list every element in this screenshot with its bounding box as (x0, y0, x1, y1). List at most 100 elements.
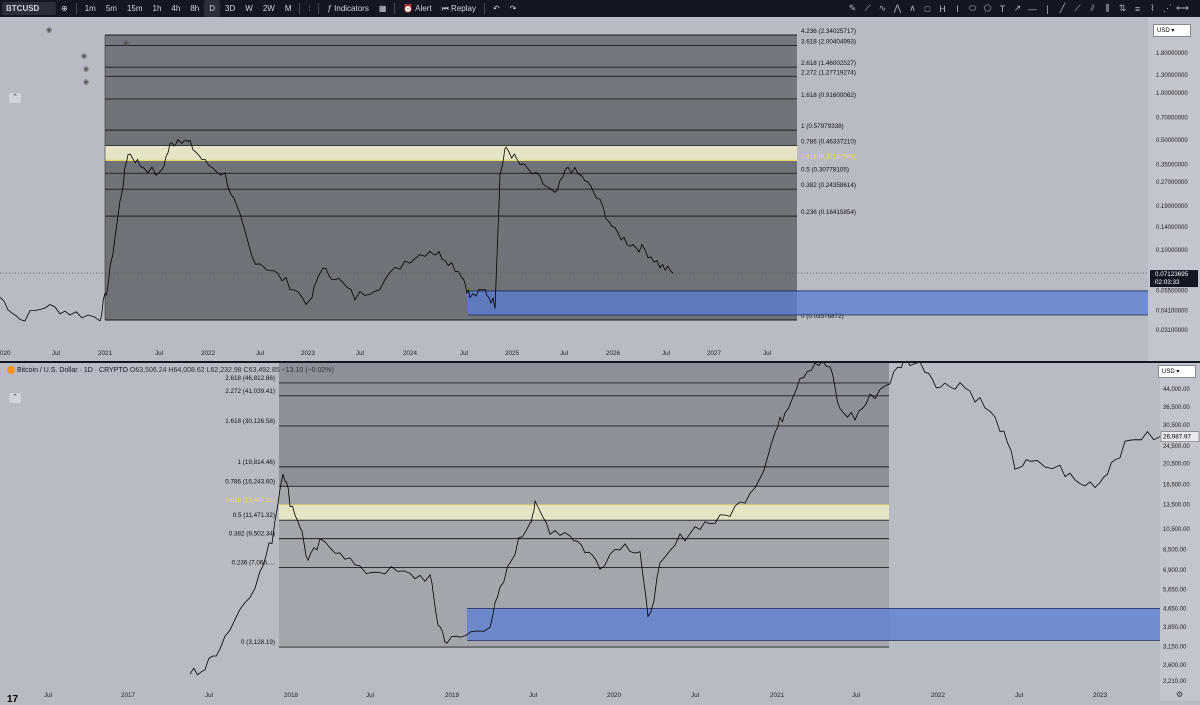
top-chart-pane[interactable]: 4.236 (2.34025717) 3.618 (2.00404993) 2.61… (0, 17, 1200, 361)
top-collapse-button[interactable]: ⌃ (9, 93, 21, 103)
range-icon[interactable]: H (935, 4, 950, 14)
fib-zone (105, 67, 797, 77)
fib-zone (105, 35, 797, 46)
parallel-channel-icon[interactable]: ⫽ (1085, 3, 1100, 14)
long-position-icon[interactable]: ⇅ (1115, 3, 1130, 14)
eye-icon[interactable]: ◉ (83, 65, 89, 73)
bottom-collapse-button[interactable]: ⌃ (9, 393, 21, 403)
measure-icon[interactable]: ⟷ (1175, 3, 1190, 14)
rectangle-icon[interactable]: □ (920, 4, 935, 14)
price-tick-label: 0.04100000 (1156, 309, 1188, 315)
toolbar-divider (299, 3, 301, 14)
top-currency-select[interactable]: USD ▾ (1153, 24, 1191, 37)
bottom-currency-select[interactable]: USD ▾ (1158, 365, 1196, 378)
horizontal-line-icon[interactable]: — (1025, 4, 1040, 14)
bottom-chart-canvas[interactable]: 2.618 (46,812.86) 2.272 (41,039.41) 1.618 … (0, 363, 1200, 701)
bitcoin-logo-icon (7, 366, 15, 374)
price-tick-label: 10,500.00 (1163, 527, 1190, 533)
fib-zone (279, 538, 889, 568)
price-tick-label: 0.35000000 (1156, 163, 1188, 169)
interval-3d[interactable]: 3D (220, 0, 240, 17)
time-tick-label: Jul (691, 692, 699, 699)
price-tick-label: 0.10000000 (1156, 248, 1188, 254)
eye-icon[interactable]: ◉ (81, 52, 87, 60)
replay-button[interactable]: ⏮ Replay (437, 0, 481, 17)
fib-zone (279, 486, 889, 505)
toolbar-divider (394, 3, 396, 14)
blue-zone (468, 290, 1148, 315)
interval-2w[interactable]: 2W (258, 0, 280, 17)
redo-icon[interactable]: ↷ (505, 0, 522, 17)
interval-w[interactable]: W (240, 0, 258, 17)
interval-4h[interactable]: 4h (166, 0, 185, 17)
bottom-legend: Bitcoin / U.S. Dollar · 1D · CRYPTO O63,… (7, 366, 334, 374)
price-tick-label: 3,150.00 (1163, 644, 1187, 650)
fib-level-label: 0.786 (0.46337210) (801, 138, 856, 145)
polygon-icon[interactable]: ⬠ (980, 3, 995, 14)
price-tick-label: 1.30000000 (1156, 73, 1188, 79)
templates-icon[interactable]: ▦ (374, 0, 392, 17)
last-price-label: 26,987.97 (1163, 434, 1192, 441)
arrow-icon[interactable]: ↗ (1010, 3, 1025, 14)
interval-5m[interactable]: 5m (101, 0, 122, 17)
pattern-icon[interactable]: ⟋ (860, 3, 875, 14)
fib-icon[interactable]: ≡ (1130, 4, 1145, 14)
projection-icon[interactable]: ⋰ (1160, 3, 1175, 14)
brush-icon[interactable]: ✎ (845, 3, 860, 14)
fib-zone (105, 98, 797, 131)
chart-type-icon[interactable]: ⫶ (303, 0, 315, 17)
indicators-button[interactable]: ƒ Indicators (322, 0, 373, 17)
interval-1m[interactable]: 1m (80, 0, 101, 17)
xabcd-icon[interactable]: ⋀ (890, 3, 905, 14)
time-tick-label: Jul (1015, 692, 1023, 699)
time-tick-label: 2022 (201, 350, 216, 357)
fib-zone (105, 173, 797, 190)
text-cursor-icon[interactable]: I (950, 4, 965, 14)
fib-level-label: 3.618 (2.00404993) (801, 39, 856, 46)
bottom-chart-pane[interactable]: 2.618 (46,812.86) 2.272 (41,039.41) 1.618 … (0, 363, 1200, 701)
fib-level-label: 0 (3,128.19) (241, 639, 275, 646)
ellipse-icon[interactable]: ⬭ (965, 3, 980, 14)
countdown-label: 02:03:33 (1155, 279, 1180, 286)
trend-line-icon[interactable]: ╱ (1055, 3, 1070, 14)
interval-15m[interactable]: 15m (122, 0, 148, 17)
interval-1h[interactable]: 1h (148, 0, 167, 17)
bars-pattern-icon[interactable]: ⫼ (1100, 3, 1115, 14)
price-tick-label: 1.80000000 (1156, 51, 1188, 57)
vertical-line-icon[interactable]: | (1040, 4, 1055, 14)
eye-icon[interactable]: ◉ (83, 78, 89, 86)
price-tick-label: 44,000.00 (1163, 387, 1190, 393)
eye-icon[interactable]: ◉ (123, 39, 129, 47)
time-tick-label: 2022 (931, 692, 946, 699)
ray-icon[interactable]: ⟋ (1070, 3, 1085, 14)
time-tick-label: 2024 (403, 350, 418, 357)
top-chart-canvas[interactable]: 4.236 (2.34025717) 3.618 (2.00404993) 2.61… (0, 17, 1200, 361)
time-tick-label: Jul (460, 350, 468, 357)
interval-m[interactable]: M (280, 0, 297, 17)
fib-zone (279, 504, 889, 521)
compare-symbol-icon[interactable]: ⊕ (56, 0, 73, 17)
interval-8h[interactable]: 8h (185, 0, 204, 17)
toolbar-divider (483, 3, 485, 14)
path-icon[interactable]: ⌇ (1145, 3, 1160, 14)
interval-d[interactable]: D (204, 0, 221, 17)
fib-level-label: 1.618 (0.91600062) (801, 92, 856, 99)
price-tick-label: 0.70000000 (1156, 115, 1188, 121)
time-tick-label: 2023 (301, 350, 316, 357)
text-icon[interactable]: T (995, 4, 1010, 14)
fib-zone (105, 160, 797, 174)
undo-icon[interactable]: ↶ (488, 0, 505, 17)
symbol-search-button[interactable]: BTCUSD (2, 2, 56, 15)
last-price-label: 0.07123695 (1155, 271, 1189, 278)
eye-icon[interactable]: ◉ (46, 26, 52, 34)
fib-zone (105, 189, 797, 217)
price-tick-label: 0.14000000 (1156, 225, 1188, 231)
elliott-icon[interactable]: ∧ (905, 3, 920, 14)
wave-icon[interactable]: ∿ (875, 3, 890, 14)
fib-level-label: 0.618 (0.37197596) (801, 153, 856, 160)
fib-zone (105, 19, 797, 35)
price-tick-label: 4,650.00 (1163, 606, 1187, 612)
alert-button[interactable]: ⏰ Alert (398, 0, 436, 17)
time-tick-label: Jul (356, 350, 364, 357)
price-tick-label: 0.05500000 (1156, 289, 1188, 295)
